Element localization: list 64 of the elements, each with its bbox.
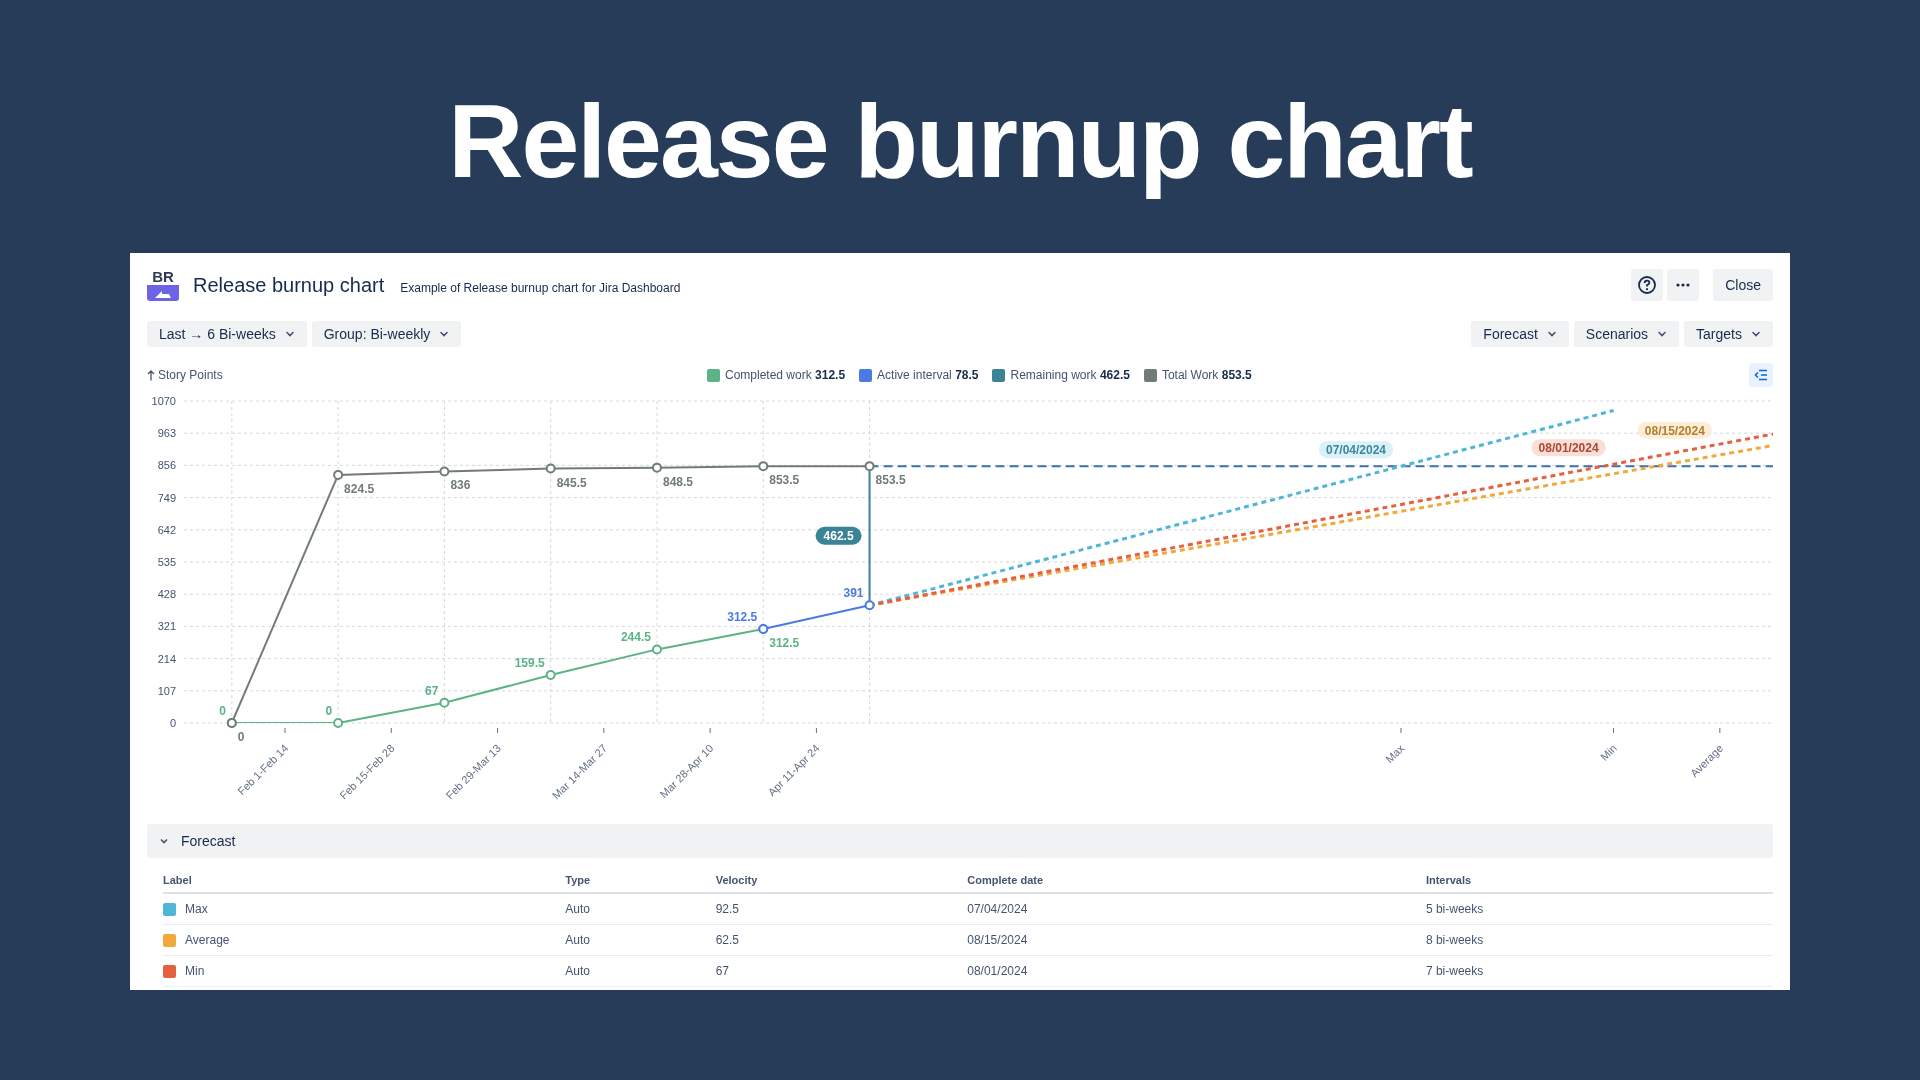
data-label: 836 [450, 478, 471, 493]
annotation: 07/04/2024 [1325, 443, 1387, 458]
axis-label: 1070 [151, 395, 176, 407]
axis-label: 535 [157, 556, 176, 568]
table-cell: Auto [565, 964, 590, 978]
axis-label: 963 [157, 427, 176, 440]
data-label: 312.5 [769, 635, 800, 650]
data-label: 0 [219, 704, 226, 718]
column-header: Type [565, 866, 716, 893]
table-cell: 7 bi-weeks [1425, 964, 1484, 978]
axis-label: 214 [157, 652, 176, 665]
table-cell: 5 bi-weeks [1425, 902, 1484, 916]
table-cell: Max [185, 902, 208, 916]
table-cell: Average [185, 933, 230, 947]
data-label: 312.5 [727, 609, 758, 624]
panel-subtitle: Example of Release burnup chart for Jira Dashboard [400, 280, 681, 295]
axis-label: Max [1383, 741, 1407, 766]
data-label: 0 [237, 730, 245, 744]
legend-label: Completed work 312.5 [725, 368, 846, 382]
axis-label: 856 [157, 459, 176, 472]
data-label: 848.5 [663, 474, 693, 489]
axis-label: 749 [157, 491, 176, 504]
annotation: 08/01/2024 [1538, 441, 1599, 456]
table-cell: 67 [715, 964, 730, 978]
panel-title: Release burnup chart [193, 273, 385, 297]
data-label: 845.5 [556, 475, 587, 490]
app-logo-icon: BR [147, 269, 179, 301]
axis-label: 107 [157, 684, 176, 697]
data-label: 0 [325, 704, 333, 718]
legend-label: Remaining work 462.5 [1010, 368, 1130, 382]
data-label: 824.5 [344, 481, 375, 496]
data-label: 159.5 [514, 656, 545, 670]
forecast-date-badge: 08/15/2024 [1637, 421, 1712, 439]
forecast-date-badge: 07/04/2024 [1319, 441, 1393, 459]
data-label: 67 [425, 683, 439, 698]
table-cell: 07/04/2024 [967, 902, 1028, 916]
column-header: Velocity [715, 866, 968, 893]
data-label: 391 [843, 586, 864, 601]
forecast-date-badge: 08/01/2024 [1531, 439, 1606, 457]
column-header: Label [163, 866, 566, 893]
data-label: 853.5 [769, 473, 800, 488]
annotation: 08/15/2024 [1644, 423, 1706, 438]
axis-label: 0 [169, 717, 176, 729]
table-cell: Auto [565, 933, 590, 947]
column-header: Complete date [967, 866, 1426, 893]
table-cell: 08/15/2024 [967, 933, 1028, 947]
axis-caption: Story Points [158, 368, 223, 382]
table-cell: 62.5 [715, 933, 740, 947]
data-label: 853.5 [875, 473, 906, 488]
legend-label: Active interval 78.5 [877, 368, 979, 382]
column-header: Intervals [1425, 866, 1773, 893]
axis-label: 321 [157, 620, 176, 633]
remaining-badge: 462.5 [815, 526, 862, 545]
data-label: 244.5 [620, 630, 651, 645]
table-cell: 8 bi-weeks [1425, 933, 1484, 947]
table-cell: Auto [565, 902, 590, 916]
axis-label: 428 [157, 588, 176, 601]
table-cell: 08/01/2024 [967, 964, 1028, 978]
axis-label: Min [1597, 741, 1619, 763]
table-cell: 92.5 [715, 902, 740, 916]
legend-label: Total Work 853.5 [1161, 368, 1252, 382]
axis-label: 642 [157, 523, 176, 536]
table-cell: Min [185, 964, 205, 978]
page-title: Release burnup chart [448, 82, 1472, 201]
